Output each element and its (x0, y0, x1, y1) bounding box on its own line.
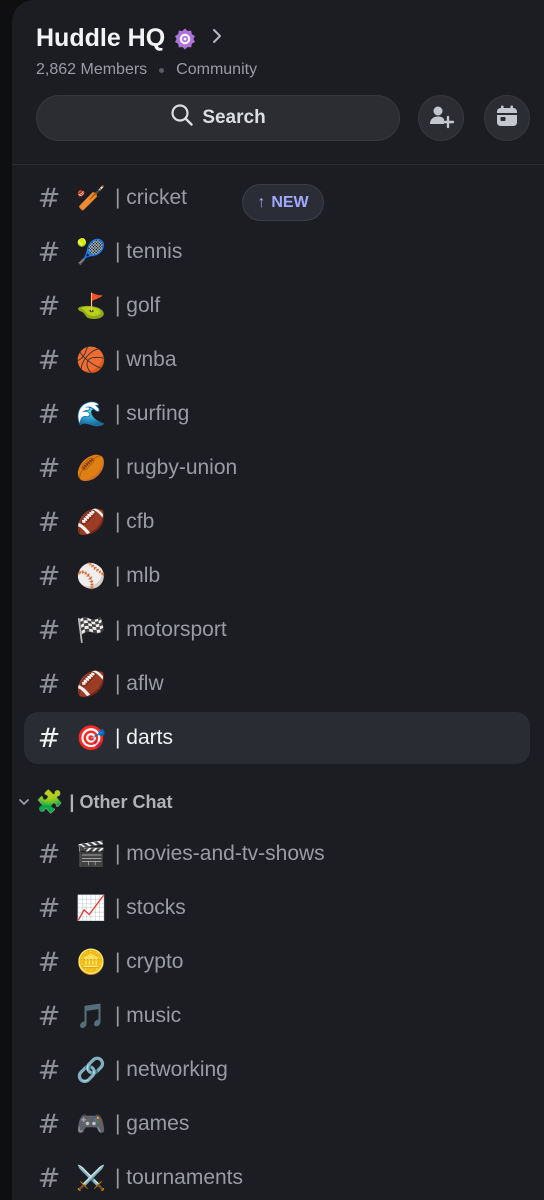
hashtag-icon: # (37, 614, 61, 646)
channel-name: | cricket (115, 186, 187, 209)
channel-emoji-icon: 🎾 (76, 238, 106, 266)
new-label: NEW (271, 193, 309, 211)
channel-emoji-icon: 🎯 (76, 724, 106, 752)
channel-emoji-icon: 📈 (76, 894, 106, 922)
hashtag-icon: # (37, 182, 61, 214)
new-messages-pill[interactable]: ↑ NEW (242, 184, 324, 221)
community-badge-icon (173, 27, 197, 51)
channel-emoji-icon: ⛳ (76, 292, 106, 320)
channel-item[interactable]: # 🪙 | crypto (24, 936, 530, 988)
channel-item[interactable]: # ⚾ | mlb (24, 550, 530, 602)
server-title[interactable]: Huddle HQ (36, 24, 223, 53)
search-icon (170, 103, 194, 133)
channel-item[interactable]: # 🎬 | movies-and-tv-shows (24, 828, 530, 880)
channel-name: | wnba (115, 348, 177, 371)
channel-item[interactable]: # 🌊 | surfing (24, 388, 530, 440)
channel-name: | tournaments (115, 1166, 244, 1189)
server-meta: 2,862 Members Community (36, 61, 257, 79)
chevron-down-icon (16, 795, 32, 810)
calendar-icon (495, 104, 519, 133)
channel-emoji-icon: 🔗 (76, 1056, 106, 1084)
add-member-icon (428, 103, 455, 134)
hashtag-icon: # (37, 946, 61, 978)
channel-item[interactable]: # 🎮 | games (24, 1098, 530, 1150)
channel-name: | games (115, 1112, 190, 1135)
channel-emoji-icon: 🏁 (76, 616, 106, 644)
hashtag-icon: # (37, 344, 61, 376)
hashtag-icon: # (37, 668, 61, 700)
invite-members-button[interactable] (418, 95, 464, 141)
channel-name: | movies-and-tv-shows (115, 842, 325, 865)
channel-item[interactable]: # 🎾 | tennis (24, 226, 530, 278)
channel-emoji-icon: 🪙 (76, 948, 106, 976)
search-label: Search (202, 107, 266, 128)
channel-emoji-icon: 🏀 (76, 346, 106, 374)
channel-name: | rugby-union (115, 456, 238, 479)
channel-name: | networking (115, 1058, 228, 1081)
server-name: Huddle HQ (36, 24, 166, 52)
channel-name: | mlb (115, 564, 161, 587)
channel-item[interactable]: # 🎯 | darts (24, 712, 530, 764)
channel-name: | motorsport (115, 618, 227, 641)
channel-name: | stocks (115, 896, 186, 919)
hashtag-icon: # (37, 452, 61, 484)
channel-item[interactable]: # 🏈 | cfb (24, 496, 530, 548)
hashtag-icon: # (37, 1108, 61, 1140)
channel-item[interactable]: # 🏁 | motorsport (24, 604, 530, 656)
channel-emoji-icon: 🎬 (76, 840, 106, 868)
hashtag-icon: # (37, 1000, 61, 1032)
channel-name: | tennis (115, 240, 183, 263)
channel-emoji-icon: 🎮 (76, 1110, 106, 1138)
hashtag-icon: # (37, 722, 61, 754)
channel-name: | cfb (115, 510, 155, 533)
channel-emoji-icon: 🏈 (76, 670, 106, 698)
channel-emoji-icon: 🏏 (76, 184, 106, 212)
channel-item[interactable]: # 🏈 | aflw (24, 658, 530, 710)
channel-emoji-icon: ⚾ (76, 562, 106, 590)
chevron-right-icon (211, 27, 223, 50)
channel-item[interactable]: # ⚔️ | tournaments (24, 1152, 530, 1200)
channel-name: | surfing (115, 402, 190, 425)
channel-emoji-icon: 🏉 (76, 454, 106, 482)
channel-name: | golf (115, 294, 161, 317)
server-header: Huddle HQ 2,862 Members Community Search (12, 0, 544, 165)
channel-item[interactable]: # 📈 | stocks (24, 882, 530, 934)
hashtag-icon: # (37, 1054, 61, 1086)
channel-emoji-icon: ⚔️ (76, 1164, 106, 1192)
channel-emoji-icon: 🌊 (76, 400, 106, 428)
channel-item[interactable]: # 🏉 | rugby-union (24, 442, 530, 494)
puzzle-icon: 🧩 (36, 789, 64, 815)
channel-sidebar: Huddle HQ 2,862 Members Community Search (12, 0, 544, 1200)
category-other-chat[interactable]: 🧩 | Other Chat (16, 786, 172, 818)
channel-item[interactable]: # 🎵 | music (24, 990, 530, 1042)
hashtag-icon: # (37, 560, 61, 592)
category-name: | Other Chat (69, 791, 173, 812)
events-button[interactable] (484, 95, 530, 141)
member-count: 2,862 Members (36, 61, 148, 78)
hashtag-icon: # (37, 838, 61, 870)
channel-emoji-icon: 🎵 (76, 1002, 106, 1030)
server-type: Community (176, 61, 258, 78)
hashtag-icon: # (37, 236, 61, 268)
separator-dot (159, 67, 165, 73)
hashtag-icon: # (37, 1162, 61, 1194)
channel-name: | aflw (115, 672, 164, 695)
channel-item[interactable]: # 🏀 | wnba (24, 334, 530, 386)
hashtag-icon: # (37, 398, 61, 430)
arrow-up-icon: ↑ (257, 193, 266, 211)
channel-name: | darts (115, 726, 173, 749)
hashtag-icon: # (37, 506, 61, 538)
channel-emoji-icon: 🏈 (76, 508, 106, 536)
channel-item[interactable]: # ⛳ | golf (24, 280, 530, 332)
hashtag-icon: # (37, 892, 61, 924)
channel-name: | crypto (115, 950, 184, 973)
channel-item[interactable]: # 🔗 | networking (24, 1044, 530, 1096)
hashtag-icon: # (37, 290, 61, 322)
channel-name: | music (115, 1004, 182, 1027)
search-button[interactable]: Search (36, 95, 400, 141)
